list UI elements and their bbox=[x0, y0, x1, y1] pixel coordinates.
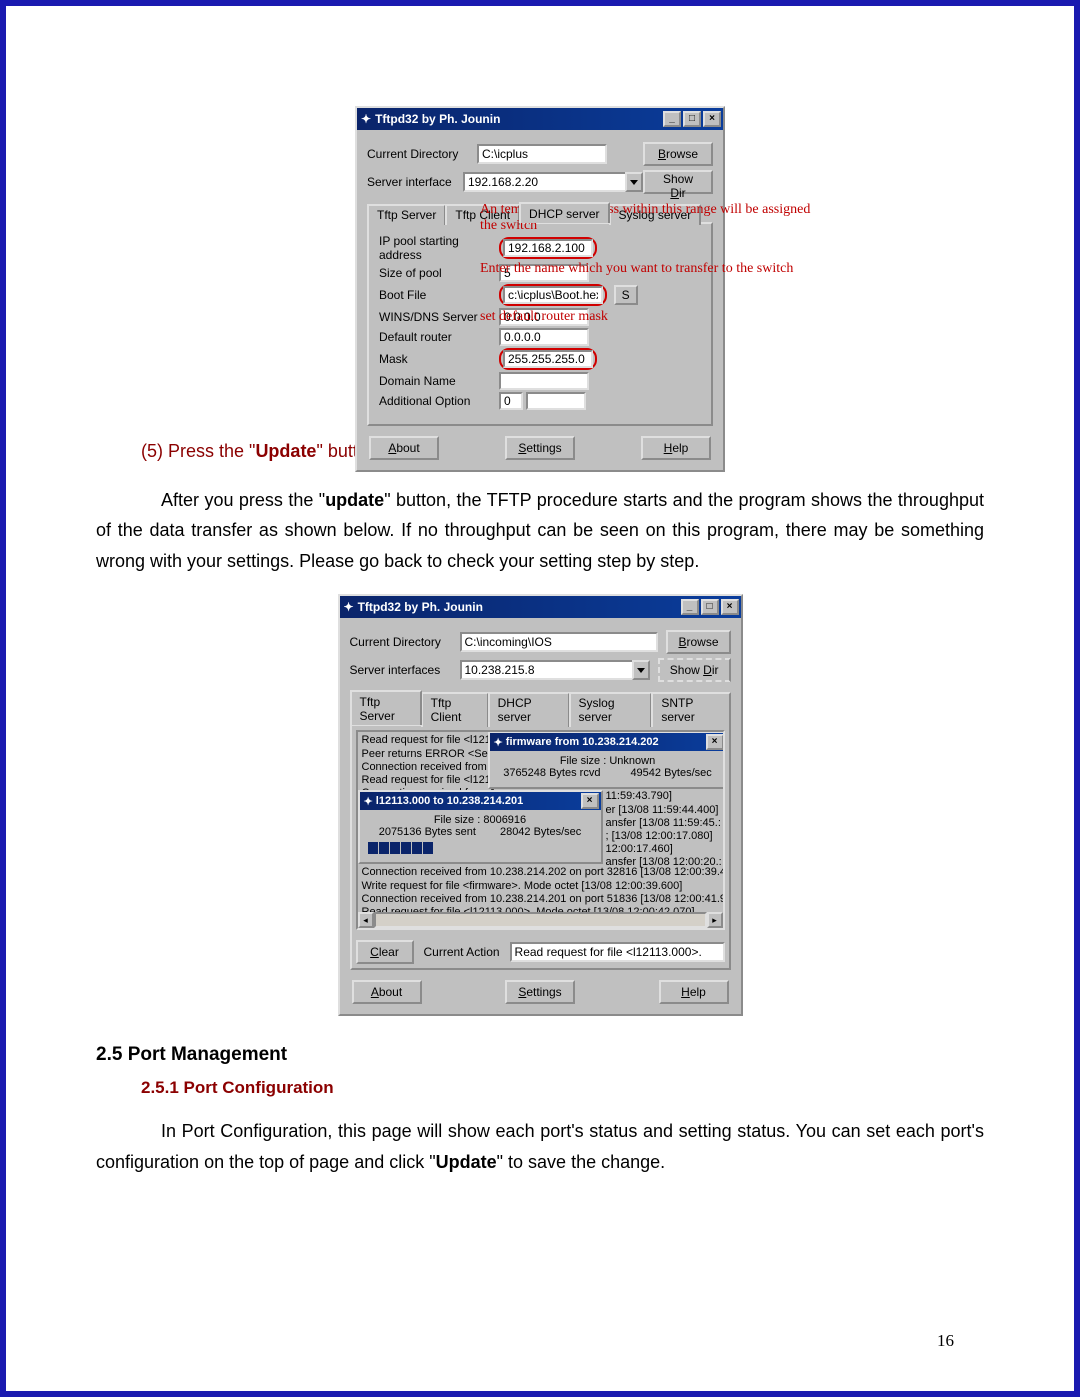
show-dir-button[interactable]: Show Dir bbox=[658, 658, 731, 682]
tab-tftp-server[interactable]: Tftp Server bbox=[350, 690, 422, 725]
current-action-value[interactable] bbox=[510, 942, 725, 962]
log-side-lines: 11:59:43.790] er [13/08 11:59:44.400] an… bbox=[606, 790, 722, 869]
maximize-icon[interactable]: □ bbox=[683, 111, 701, 127]
server-if-select[interactable] bbox=[463, 172, 625, 192]
server-if-select[interactable] bbox=[460, 660, 632, 680]
log-bottom-lines: Connection received from 10.238.214.202 … bbox=[362, 866, 725, 919]
window-title: Tftpd32 by Ph. Jounin bbox=[358, 600, 483, 614]
about-button[interactable]: About bbox=[352, 980, 422, 1004]
minimize-icon[interactable]: _ bbox=[681, 599, 699, 615]
port-config-paragraph: In Port Configuration, this page will sh… bbox=[96, 1116, 984, 1177]
titlebar: ✦ Tftpd32 by Ph. Jounin _ □ × bbox=[340, 596, 741, 618]
tab-syslog-server[interactable]: Syslog server bbox=[569, 692, 653, 727]
label-server-if: Server interfaces bbox=[350, 663, 460, 677]
label-default-router: Default router bbox=[379, 330, 499, 344]
label-ip-pool: IP pool starting address bbox=[379, 234, 499, 262]
browse-button[interactable]: Browse bbox=[666, 630, 730, 654]
maximize-icon[interactable]: □ bbox=[701, 599, 719, 615]
app-icon: ✦ bbox=[494, 736, 503, 749]
arrow-right-icon[interactable]: ▸ bbox=[707, 912, 723, 928]
tftp-server-pane: Read request for file <l1211 Peer return… bbox=[350, 724, 731, 970]
transfer-popup-1: ✦ firmware from 10.238.214.202 × File si… bbox=[488, 731, 725, 789]
addopt-input[interactable] bbox=[499, 392, 523, 410]
tab-dhcp-server[interactable]: DHCP server bbox=[519, 202, 609, 223]
minimize-icon[interactable]: _ bbox=[663, 111, 681, 127]
page-number: 16 bbox=[937, 1331, 954, 1351]
about-button[interactable]: About bbox=[369, 436, 439, 460]
after-update-paragraph: After you press the "update" button, the… bbox=[96, 485, 984, 577]
subsection-heading: 2.5.1 Port Configuration bbox=[141, 1078, 984, 1098]
section-heading: 2.5 Port Management bbox=[96, 1044, 984, 1066]
popup1-bytes: 3765248 Bytes rcvd bbox=[503, 767, 600, 779]
router-input[interactable] bbox=[499, 328, 589, 346]
popup2-bytes: 2075136 Bytes sent bbox=[379, 826, 476, 838]
boot-file-input[interactable] bbox=[503, 286, 603, 304]
tab-dhcp-server[interactable]: DHCP server bbox=[488, 692, 570, 727]
tab-tftp-client[interactable]: Tftp Client bbox=[421, 692, 489, 727]
label-current-dir: Current Directory bbox=[350, 635, 460, 649]
popup2-rate: 28042 Bytes/sec bbox=[500, 826, 581, 838]
current-dir-input[interactable] bbox=[460, 632, 659, 652]
close-icon[interactable]: × bbox=[706, 734, 724, 750]
help-button[interactable]: Help bbox=[641, 436, 711, 460]
mask-input[interactable] bbox=[503, 350, 593, 368]
tab-sntp-server[interactable]: SNTP server bbox=[651, 692, 731, 727]
current-action-label: Current Action bbox=[424, 945, 500, 959]
clear-button[interactable]: Clear bbox=[356, 940, 414, 964]
tab-tftp-server[interactable]: Tftp Server bbox=[367, 204, 446, 225]
popup2-filesize: File size : 8006916 bbox=[368, 814, 593, 826]
tftpd32-dialog-2: ✦ Tftpd32 by Ph. Jounin _ □ × Current Di… bbox=[338, 594, 743, 1016]
ip-pool-input[interactable] bbox=[503, 239, 593, 257]
transfer-popup-2: ✦ l12113.000 to 10.238.214.201 × File si… bbox=[358, 790, 603, 864]
chevron-down-icon[interactable] bbox=[632, 660, 650, 680]
popup-title: l12113.000 to 10.238.214.201 bbox=[376, 795, 523, 807]
label-boot-file: Boot File bbox=[379, 288, 499, 302]
popup1-rate: 49542 Bytes/sec bbox=[630, 767, 711, 779]
tftpd32-dialog-1: ✦ Tftpd32 by Ph. Jounin _ □ × Current Di… bbox=[355, 106, 725, 472]
app-icon: ✦ bbox=[361, 112, 371, 126]
annotation-boot: Enter the name which you want to transfe… bbox=[480, 261, 820, 277]
progress-bar bbox=[368, 842, 593, 854]
app-icon: ✦ bbox=[364, 795, 373, 808]
label-add-opt: Additional Option bbox=[379, 394, 499, 408]
current-dir-input[interactable] bbox=[477, 144, 607, 164]
settings-button[interactable]: Settings bbox=[505, 436, 575, 460]
show-dir-button[interactable]: Show Dir bbox=[643, 170, 713, 194]
chevron-down-icon[interactable] bbox=[625, 172, 643, 192]
settings-button[interactable]: Settings bbox=[505, 980, 575, 1004]
s-button[interactable]: S bbox=[614, 285, 638, 305]
browse-button[interactable]: BBrowserowse bbox=[643, 142, 713, 166]
close-icon[interactable]: × bbox=[581, 793, 599, 809]
domain-input[interactable] bbox=[499, 372, 589, 390]
popup-title: firmware from 10.238.214.202 bbox=[506, 736, 659, 748]
app-icon: ✦ bbox=[344, 600, 354, 614]
addopt-extra-input[interactable] bbox=[526, 392, 586, 410]
titlebar: ✦ Tftpd32 by Ph. Jounin _ □ × bbox=[357, 108, 723, 130]
popup1-filesize: File size : Unknown bbox=[498, 755, 718, 767]
close-icon[interactable]: × bbox=[721, 599, 739, 615]
annotation-mask: set default router mask bbox=[480, 309, 780, 325]
label-current-dir: Current Directory bbox=[367, 147, 477, 161]
label-mask: Mask bbox=[379, 352, 499, 366]
scrollbar-horizontal[interactable]: ◂ ▸ bbox=[358, 912, 723, 928]
window-title: Tftpd32 by Ph. Jounin bbox=[375, 112, 500, 126]
arrow-left-icon[interactable]: ◂ bbox=[358, 912, 374, 928]
label-server-if: Server interface bbox=[367, 175, 463, 189]
tab-bar: Tftp Server Tftp Client DHCP server Sysl… bbox=[350, 690, 731, 725]
help-button[interactable]: Help bbox=[659, 980, 729, 1004]
close-icon[interactable]: × bbox=[703, 111, 721, 127]
label-domain: Domain Name bbox=[379, 374, 499, 388]
log-area: Read request for file <l1211 Peer return… bbox=[356, 730, 725, 930]
